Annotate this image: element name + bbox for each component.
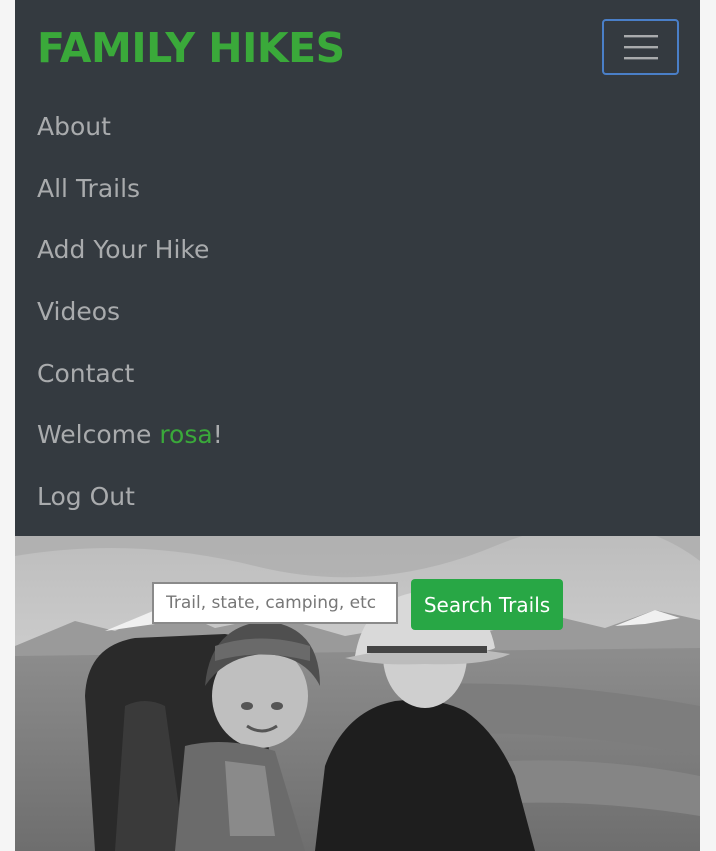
navbar-toggler-button[interactable] bbox=[602, 19, 679, 75]
hero-image: Search Trails bbox=[15, 536, 700, 851]
nav-item-welcome[interactable]: Welcome rosa! bbox=[37, 404, 223, 466]
navbar: FAMILY HIKES About All Trails Add Your H… bbox=[15, 0, 700, 536]
nav-menu: About All Trails Add Your Hike Videos Co… bbox=[37, 96, 223, 527]
welcome-prefix: Welcome bbox=[37, 420, 160, 450]
nav-item-all-trails[interactable]: All Trails bbox=[37, 158, 223, 220]
trail-search-input[interactable] bbox=[152, 582, 398, 624]
welcome-username: rosa bbox=[159, 420, 213, 450]
brand-logo[interactable]: FAMILY HIKES bbox=[37, 22, 345, 74]
nav-item-videos[interactable]: Videos bbox=[37, 281, 223, 343]
page: FAMILY HIKES About All Trails Add Your H… bbox=[15, 0, 700, 851]
search-trails-button[interactable]: Search Trails bbox=[411, 579, 563, 630]
nav-item-about[interactable]: About bbox=[37, 96, 223, 158]
nav-item-log-out[interactable]: Log Out bbox=[37, 466, 223, 528]
welcome-suffix: ! bbox=[212, 420, 223, 450]
nav-item-add-your-hike[interactable]: Add Your Hike bbox=[37, 219, 223, 281]
nav-item-contact[interactable]: Contact bbox=[37, 342, 223, 404]
hamburger-menu-icon bbox=[623, 35, 658, 60]
